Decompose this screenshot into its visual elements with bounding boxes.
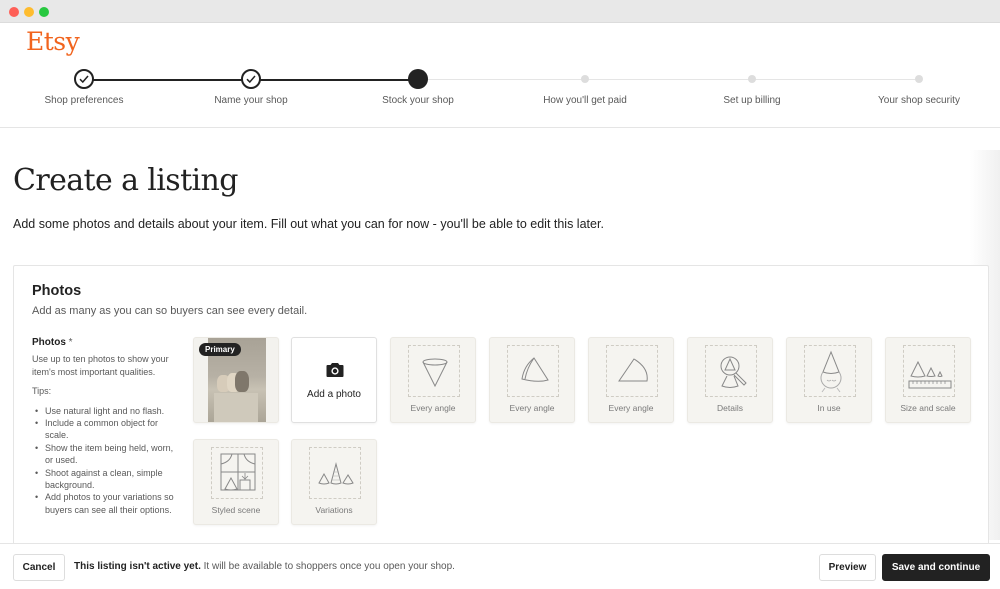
photo-slot-variations[interactable]: Variations — [291, 439, 377, 525]
check-icon — [74, 69, 94, 89]
step-name-your-shop[interactable]: Name your shop — [171, 68, 331, 106]
step-how-youll-get-paid: How you'll get paid — [505, 68, 665, 106]
photo-slot-size-and-scale[interactable]: Size and scale — [885, 337, 971, 423]
photo-slot-every-angle[interactable]: Every angle — [489, 337, 575, 423]
help-title-text: Photos — [32, 337, 66, 348]
preview-button[interactable]: Preview — [819, 554, 876, 581]
cone-side-icon — [618, 358, 648, 382]
step-label: Name your shop — [214, 95, 288, 106]
cone-front-icon — [422, 358, 448, 388]
help-intro: Use up to ten photos to show your item's… — [32, 354, 169, 377]
photo-slot-details[interactable]: Details — [687, 337, 773, 423]
slot-label: Every angle — [509, 403, 555, 413]
step-label: Stock your shop — [382, 95, 454, 106]
primary-badge: Primary — [199, 343, 241, 356]
pending-step-dot — [915, 75, 923, 83]
step-label: Your shop security — [878, 95, 960, 106]
page-title: Create a listing — [13, 163, 238, 198]
maximize-window-button[interactable] — [39, 7, 49, 17]
step-label: Set up billing — [723, 95, 781, 106]
cancel-button[interactable]: Cancel — [13, 554, 65, 581]
step-shop-preferences[interactable]: Shop preferences — [4, 68, 164, 106]
slot-label: Details — [717, 403, 743, 413]
tip-item: Add photos to your variations so buyers … — [35, 491, 177, 516]
primary-photo-tile[interactable]: Primary — [193, 337, 279, 423]
etsy-logo[interactable]: Etsy — [26, 27, 80, 56]
slot-label: Size and scale — [900, 403, 956, 413]
slot-label: In use — [817, 403, 841, 413]
photos-help: Photos * Use up to ten photos to show yo… — [32, 337, 177, 516]
section-title: Photos — [32, 283, 82, 299]
slot-label: Variations — [315, 505, 353, 515]
pending-step-dot — [748, 75, 756, 83]
magnifier-icon — [720, 356, 747, 388]
current-step-indicator — [408, 69, 428, 89]
add-photo-button[interactable]: Add a photo — [291, 337, 377, 423]
variations-icon — [318, 462, 354, 485]
ruler-icon — [908, 360, 952, 389]
photo-slot-styled-scene[interactable]: Styled scene — [193, 439, 279, 525]
step-your-shop-security: Your shop security — [839, 68, 999, 106]
tip-item: Include a common object for scale. — [35, 417, 177, 442]
person-hat-icon — [820, 350, 842, 393]
header-divider — [0, 127, 1000, 128]
photo-slot-every-angle[interactable]: Every angle — [588, 337, 674, 423]
photo-slot-in-use[interactable]: In use — [786, 337, 872, 423]
photos-panel: Photos Add as many as you can so buyers … — [13, 265, 989, 565]
tip-item: Show the item being held, worn, or used. — [35, 442, 177, 467]
required-mark: * — [68, 337, 73, 348]
tips-label: Tips: — [32, 386, 52, 397]
window-titlebar — [0, 0, 1000, 23]
help-title: Photos * — [32, 337, 177, 349]
listing-status-message: This listing isn't active yet. It will b… — [74, 561, 455, 572]
slot-label: Every angle — [410, 403, 456, 413]
tip-item: Use natural light and no flash. — [35, 405, 177, 418]
pending-step-dot — [581, 75, 589, 83]
step-set-up-billing: Set up billing — [672, 68, 832, 106]
minimize-window-button[interactable] — [24, 7, 34, 17]
page-subtitle: Add some photos and details about your i… — [13, 217, 604, 231]
step-stock-your-shop: Stock your shop — [338, 68, 498, 106]
tip-item: Shoot against a clean, simple background… — [35, 467, 177, 492]
section-description: Add as many as you can so buyers can see… — [32, 305, 308, 317]
slot-label: Styled scene — [211, 505, 261, 515]
action-bar: Cancel This listing isn't active yet. It… — [0, 543, 1000, 589]
slot-label: Every angle — [608, 403, 654, 413]
add-photo-label: Add a photo — [307, 389, 361, 400]
step-label: Shop preferences — [44, 95, 124, 106]
save-and-continue-button[interactable]: Save and continue — [882, 554, 990, 581]
status-bold: This listing isn't active yet. — [74, 561, 201, 572]
tips-list: Use natural light and no flash. Include … — [32, 405, 177, 517]
onboarding-stepper: Shop preferences Name your shop Stock yo… — [0, 68, 1000, 110]
photo-slot-every-angle[interactable]: Every angle — [390, 337, 476, 423]
step-label: How you'll get paid — [543, 95, 627, 106]
cone-tilted-icon — [521, 357, 549, 382]
status-rest: It will be available to shoppers once yo… — [200, 561, 455, 572]
window-scene-icon — [220, 453, 256, 491]
check-icon — [241, 69, 261, 89]
close-window-button[interactable] — [9, 7, 19, 17]
camera-icon — [326, 363, 344, 377]
